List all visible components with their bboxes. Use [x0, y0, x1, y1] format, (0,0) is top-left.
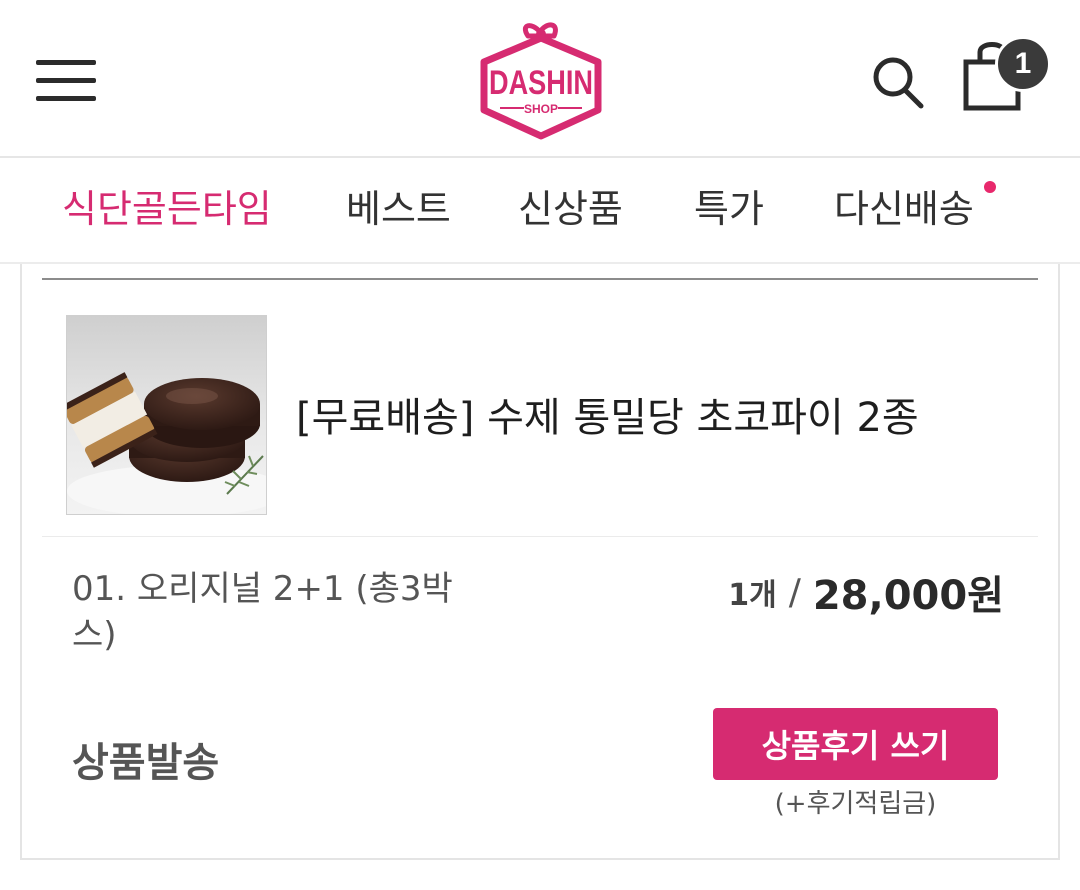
top-header: DASHIN SHOP 1	[0, 0, 1080, 158]
quantity: 1개	[728, 578, 777, 613]
card-top-divider	[42, 278, 1038, 280]
quantity-price: 1개 / 28,000원	[728, 563, 1004, 621]
product-option: 01. 오리지널 2+1 (총3박스)	[72, 569, 453, 655]
product-thumbnail[interactable]	[66, 315, 267, 515]
qty-price-separator: /	[788, 571, 801, 613]
logo-subtext: SHOP	[524, 102, 558, 116]
logo-text: DASHIN	[489, 64, 593, 102]
dashin-shop-logo[interactable]: DASHIN SHOP	[470, 14, 612, 142]
product-name[interactable]: [무료배송] 수제 통밀당 초코파이 2종	[296, 390, 919, 446]
nav-item-new[interactable]: 신상품	[518, 184, 623, 234]
nav-item-sale[interactable]: 특가	[694, 184, 764, 234]
cart-count-badge: 1	[995, 36, 1051, 92]
nav-item-dashin-delivery[interactable]: 다신배송	[834, 184, 974, 234]
hamburger-menu-icon[interactable]	[36, 58, 98, 104]
card-divider	[42, 536, 1038, 537]
new-indicator-dot	[984, 181, 996, 193]
order-status: 상품발송	[72, 740, 220, 786]
write-review-button[interactable]: 상품후기 쓰기	[713, 708, 998, 780]
nav-item-diet-golden-time[interactable]: 식단골든타임	[62, 184, 272, 234]
review-reward-note: (+후기적립금)	[774, 789, 937, 819]
category-nav: 식단골든타임 베스트 신상품 특가 다신배송	[0, 160, 1080, 264]
price: 28,000원	[812, 573, 1004, 619]
search-icon[interactable]	[868, 52, 928, 112]
nav-item-best[interactable]: 베스트	[346, 184, 451, 234]
